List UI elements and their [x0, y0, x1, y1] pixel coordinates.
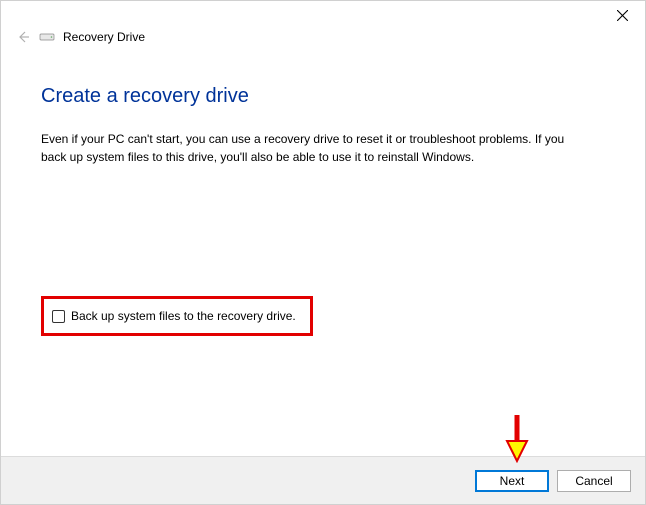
- body-text: Even if your PC can't start, you can use…: [41, 130, 581, 166]
- app-title: Recovery Drive: [63, 30, 145, 44]
- page-heading: Create a recovery drive: [41, 85, 605, 108]
- checkbox-highlight-annotation: Back up system files to the recovery dri…: [41, 296, 313, 336]
- close-button[interactable]: [600, 1, 645, 29]
- back-button[interactable]: [15, 29, 31, 45]
- header: Recovery Drive: [1, 29, 645, 45]
- titlebar: [1, 1, 645, 31]
- recovery-drive-wizard: Recovery Drive Create a recovery drive E…: [0, 0, 646, 505]
- backup-checkbox[interactable]: [52, 310, 65, 323]
- next-button[interactable]: Next: [475, 470, 549, 492]
- drive-icon: [39, 31, 55, 43]
- cancel-button[interactable]: Cancel: [557, 470, 631, 492]
- footer: Next Cancel: [1, 456, 645, 504]
- arrow-left-icon: [15, 29, 31, 45]
- close-icon: [617, 10, 628, 21]
- content-area: Create a recovery drive Even if your PC …: [1, 45, 645, 456]
- backup-checkbox-label[interactable]: Back up system files to the recovery dri…: [71, 309, 296, 323]
